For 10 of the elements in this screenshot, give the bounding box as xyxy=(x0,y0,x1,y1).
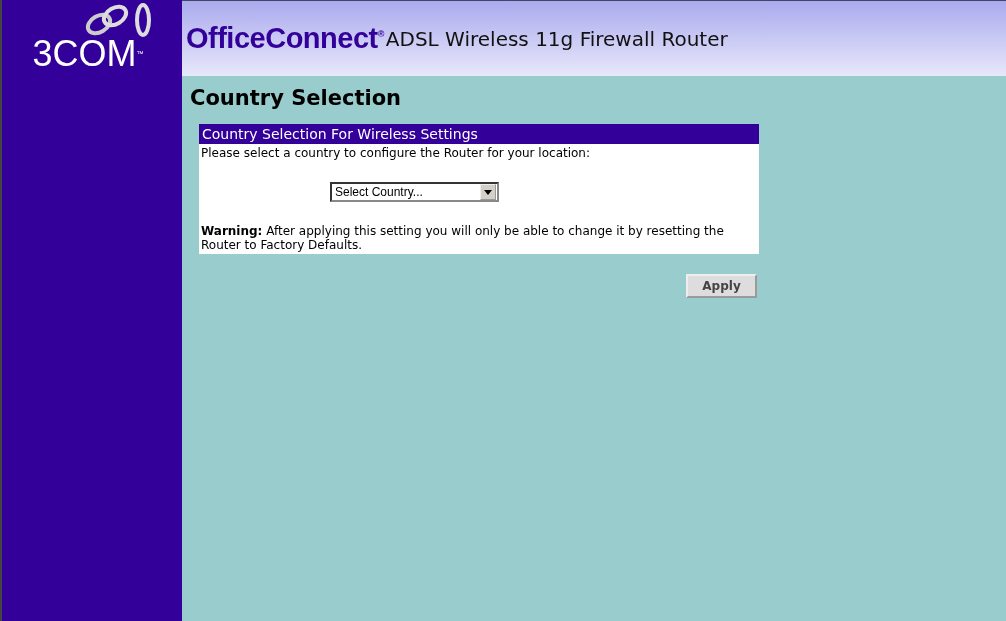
logo: 3COM$^{™}$ xyxy=(32,36,144,72)
brand-name: OfficeConnect$^{®}$ xyxy=(186,22,384,55)
prompt-text: Please select a country to configure the Router for your location: xyxy=(200,145,591,162)
apply-button[interactable]: Apply xyxy=(686,274,757,298)
panel-title: Country Selection For Wireless Settings xyxy=(199,124,759,144)
caret-icon xyxy=(480,184,496,200)
warning-text: Warning: After applying this setting you will only be able to change it by resetting the Router to Factory Defaults. xyxy=(200,223,725,254)
page-title: Country Selection xyxy=(190,86,402,110)
product-name: ADSL Wireless 11g Firewall Router xyxy=(385,26,728,51)
country-dropdown[interactable]: Select Country... xyxy=(330,182,499,202)
